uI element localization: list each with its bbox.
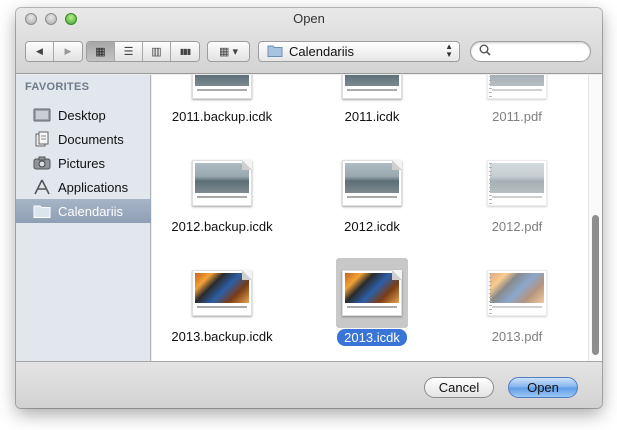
window-title: Open bbox=[293, 11, 325, 26]
list-view-button[interactable]: ☰ bbox=[115, 42, 143, 61]
open-dialog: Open ◀ ▶ ▦ ☰ ▥ ▮▮▮ ▦ ▾ Calendariis ▲▼ F bbox=[16, 8, 602, 408]
sidebar-item-label: Documents bbox=[58, 131, 124, 147]
sidebar-heading: FAVORITES bbox=[25, 81, 90, 93]
cancel-button[interactable]: Cancel bbox=[424, 377, 494, 398]
file-name: 2011.icdk bbox=[344, 109, 400, 124]
location-popup[interactable]: Calendariis ▲ ▼ bbox=[258, 41, 460, 62]
sidebar-item-label: Pictures bbox=[58, 155, 105, 171]
desktop-icon bbox=[33, 107, 51, 123]
sidebar-item-pictures[interactable]: Pictures bbox=[16, 151, 151, 175]
file-name: 2012.pdf bbox=[491, 219, 543, 234]
sidebar-item-documents[interactable]: Documents bbox=[16, 127, 151, 151]
search-input[interactable] bbox=[495, 44, 585, 59]
forward-icon[interactable]: ▶ bbox=[54, 42, 82, 61]
popup-arrows-icon: ▲ ▼ bbox=[445, 42, 453, 59]
applications-icon bbox=[33, 179, 51, 195]
arrange-button[interactable]: ▦ ▾ bbox=[207, 41, 250, 62]
sidebar-item-label: Applications bbox=[58, 179, 129, 195]
location-label: Calendariis bbox=[289, 44, 355, 59]
calendar-document-icon bbox=[192, 270, 252, 316]
coverflow-view-button[interactable]: ▮▮▮ bbox=[171, 42, 199, 61]
calendar-document-icon bbox=[342, 75, 402, 99]
calendar-document-icon bbox=[342, 160, 402, 206]
file-name: 2012.backup.icdk bbox=[171, 219, 273, 234]
sidebar-item-label: Desktop bbox=[58, 107, 106, 123]
sidebar-item-calendariis[interactable]: Calendariis bbox=[16, 199, 151, 223]
column-view-button[interactable]: ▥ bbox=[143, 42, 171, 61]
scrollbar-thumb[interactable] bbox=[592, 215, 599, 355]
open-button[interactable]: Open bbox=[508, 377, 578, 398]
file-name: 2011.backup.icdk bbox=[171, 109, 273, 124]
sidebar-item-applications[interactable]: Applications bbox=[16, 175, 151, 199]
back-icon[interactable]: ◀ bbox=[26, 42, 54, 61]
file-name: 2013.backup.icdk bbox=[171, 329, 273, 344]
sidebar-item-label: Calendariis bbox=[58, 203, 124, 219]
pdf-document-icon bbox=[487, 75, 547, 99]
title-bar: Open ◀ ▶ ▦ ☰ ▥ ▮▮▮ ▦ ▾ Calendariis ▲ ▼ bbox=[16, 8, 602, 74]
vertical-scrollbar[interactable] bbox=[588, 75, 602, 361]
calendar-document-icon bbox=[342, 270, 402, 316]
file-browser: 2011.backup.icdk 2011.icdk 2011.pdf 2012… bbox=[152, 75, 602, 361]
dialog-footer: Cancel Open bbox=[16, 361, 602, 408]
search-field[interactable] bbox=[470, 41, 591, 62]
sidebar-item-desktop[interactable]: Desktop bbox=[16, 103, 151, 127]
calendar-document-icon bbox=[192, 75, 252, 99]
search-icon bbox=[479, 43, 491, 61]
folder-icon bbox=[267, 44, 283, 60]
pdf-document-icon bbox=[487, 160, 547, 206]
camera-icon bbox=[33, 155, 51, 171]
view-mode-control: ▦ ☰ ▥ ▮▮▮ bbox=[86, 41, 200, 62]
documents-icon bbox=[33, 131, 51, 147]
folder-icon bbox=[33, 203, 51, 219]
file-name: 2013.icdk bbox=[337, 329, 407, 346]
icon-view-button[interactable]: ▦ bbox=[87, 42, 115, 61]
back-forward-control: ◀ ▶ bbox=[25, 41, 83, 62]
file-name: 2012.icdk bbox=[344, 219, 400, 234]
file-name: 2011.pdf bbox=[492, 109, 542, 124]
file-name: 2013.pdf bbox=[491, 329, 543, 344]
calendar-document-icon bbox=[192, 160, 252, 206]
pdf-document-icon bbox=[487, 270, 547, 316]
sidebar: FAVORITES Desktop Documents Pictures App… bbox=[16, 75, 151, 361]
